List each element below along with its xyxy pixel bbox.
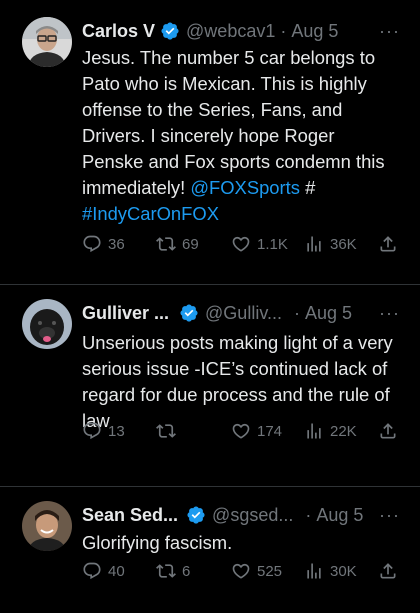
- tweet-header: Carlos V @webcav1 · Aug 5 ···: [82, 17, 406, 45]
- retweet-icon: [156, 237, 176, 251]
- mention-link[interactable]: @FOXSports: [190, 177, 300, 198]
- tweet-text-content: Jesus. The number 5 car belongs to Pato …: [82, 47, 385, 198]
- more-icon[interactable]: ···: [379, 303, 406, 324]
- tweet-text: Glorifying fascism.: [82, 532, 233, 553]
- hashtag-link[interactable]: #IndyCarOnFOX: [82, 203, 219, 224]
- author-handle[interactable]: @Gulliv...: [205, 303, 282, 324]
- avatar[interactable]: [22, 299, 72, 349]
- reply-icon: [83, 422, 101, 440]
- tweet-date[interactable]: Aug 5: [316, 505, 363, 526]
- avatar-column: [22, 17, 82, 284]
- views-count: 30K: [330, 562, 357, 580]
- views-count: 22K: [330, 422, 357, 440]
- separator-dot: ·: [293, 302, 300, 323]
- like-button[interactable]: 1.1K: [231, 234, 288, 254]
- retweet-button[interactable]: 69: [156, 234, 199, 254]
- heart-icon: [232, 423, 250, 439]
- avatar-column: [22, 299, 82, 486]
- hash-symbol: #: [299, 177, 316, 198]
- views-button[interactable]: 30K: [304, 561, 357, 581]
- tweet[interactable]: Carlos V @webcav1 · Aug 5 ··· Jesus. The…: [0, 0, 420, 285]
- separator-dot: ·: [305, 504, 312, 525]
- like-count: 525: [257, 562, 283, 580]
- tweet-feed: Carlos V @webcav1 · Aug 5 ··· Jesus. The…: [0, 0, 420, 613]
- tweet-date[interactable]: Aug 5: [291, 21, 338, 42]
- views-icon: [307, 423, 321, 439]
- tweet-date[interactable]: Aug 5: [305, 303, 352, 324]
- reply-count: 36: [108, 235, 125, 253]
- author-name[interactable]: Gulliver ...: [82, 303, 169, 324]
- reply-count: 13: [108, 422, 125, 440]
- author-name[interactable]: Sean Sed...: [82, 505, 178, 526]
- tweet[interactable]: Sean Sed... @sgsed... · Aug 5 ··· Glorif…: [0, 487, 420, 613]
- avatar[interactable]: [22, 17, 72, 67]
- more-icon[interactable]: ···: [379, 505, 406, 526]
- tweet-body: Gulliver ... @Gulliv... · Aug 5 ··· Unse…: [82, 299, 406, 486]
- tweet-text: Jesus. The number 5 car belongs to Pato …: [82, 45, 406, 227]
- heart-icon: [232, 563, 250, 579]
- views-count: 36K: [330, 235, 357, 253]
- verified-badge-icon: [161, 22, 179, 40]
- retweet-icon: [156, 424, 176, 438]
- retweet-button[interactable]: 6: [156, 561, 190, 581]
- views-button[interactable]: 22K: [304, 421, 357, 441]
- retweet-count: 6: [182, 562, 191, 580]
- share-button[interactable]: [378, 234, 398, 254]
- more-icon[interactable]: ···: [379, 21, 406, 42]
- tweet-body: Sean Sed... @sgsed... · Aug 5 ··· Glorif…: [82, 501, 406, 613]
- like-button[interactable]: 525: [231, 561, 282, 581]
- reply-button[interactable]: 40: [82, 561, 125, 581]
- avatar-column: [22, 501, 82, 613]
- like-count: 1.1K: [257, 235, 288, 253]
- tweet-header: Sean Sed... @sgsed... · Aug 5 ···: [82, 501, 406, 529]
- heart-icon: [232, 236, 250, 252]
- tweet-text: Unserious posts making light of a very s…: [82, 332, 393, 431]
- views-icon: [307, 236, 321, 252]
- reply-icon: [83, 562, 101, 580]
- separator-dot: ·: [280, 20, 287, 41]
- verified-badge-icon: [187, 506, 205, 524]
- like-button[interactable]: 174: [231, 421, 282, 441]
- retweet-count: 69: [182, 235, 199, 253]
- author-handle[interactable]: @webcav1: [186, 21, 275, 42]
- share-icon: [380, 563, 396, 579]
- reply-icon: [83, 235, 101, 253]
- avatar[interactable]: [22, 501, 72, 551]
- retweet-button[interactable]: [156, 421, 182, 441]
- reply-count: 40: [108, 562, 125, 580]
- share-icon: [380, 236, 396, 252]
- like-count: 174: [257, 422, 283, 440]
- reply-button[interactable]: 36: [82, 234, 125, 254]
- views-icon: [307, 563, 321, 579]
- views-button[interactable]: 36K: [304, 234, 357, 254]
- reply-button[interactable]: 13: [82, 421, 125, 441]
- share-icon: [380, 423, 396, 439]
- share-button[interactable]: [378, 561, 398, 581]
- retweet-icon: [156, 564, 176, 578]
- author-name[interactable]: Carlos V: [82, 21, 155, 42]
- verified-badge-icon: [180, 304, 198, 322]
- tweet-header: Gulliver ... @Gulliv... · Aug 5 ···: [82, 299, 406, 327]
- share-button[interactable]: [378, 421, 398, 441]
- author-handle[interactable]: @sgsed...: [212, 505, 293, 526]
- tweet[interactable]: Gulliver ... @Gulliv... · Aug 5 ··· Unse…: [0, 285, 420, 487]
